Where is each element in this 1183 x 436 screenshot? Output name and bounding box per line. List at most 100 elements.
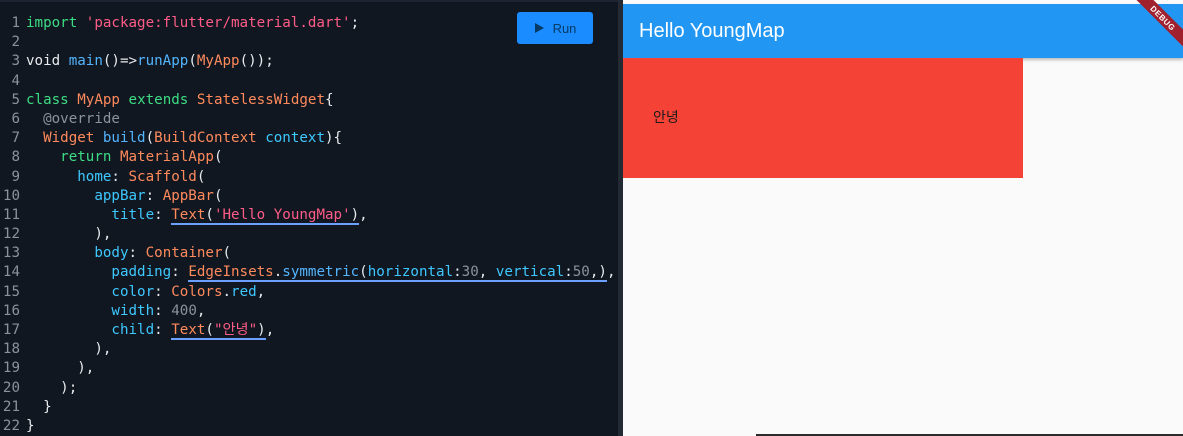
code-token: ), — [26, 341, 112, 358]
container-text: 안녕 — [653, 110, 679, 126]
code-token: build — [102, 130, 146, 147]
code-token: BuildContext — [154, 130, 257, 147]
run-button-label: Run — [552, 20, 577, 36]
code-token: "안녕" — [213, 322, 258, 340]
code-token: extends — [128, 91, 189, 108]
code-line[interactable]: 21 } — [0, 398, 618, 417]
code-line[interactable]: 20 ); — [0, 379, 618, 398]
code-token: { — [325, 91, 334, 108]
line-source: ), — [26, 359, 94, 378]
line-number: 9 — [11, 168, 20, 185]
code-token: horizontal — [367, 264, 454, 283]
code-token: red — [231, 283, 257, 300]
code-line[interactable]: 22} — [0, 417, 618, 436]
line-number: 7 — [11, 130, 20, 147]
code-token: class — [26, 91, 69, 108]
code-token: : — [171, 264, 189, 281]
code-line[interactable]: 16 width: 400, — [0, 302, 618, 321]
line-number: 10 — [2, 187, 20, 204]
line-number: 15 — [2, 283, 20, 300]
run-button[interactable]: Run — [517, 12, 593, 44]
code-token: ()); — [239, 53, 274, 70]
code-token: : — [145, 187, 163, 204]
code-token: MaterialApp — [119, 149, 214, 166]
flutter-preview: Hello YoungMap 안녕 DEBUG — [623, 0, 1183, 436]
line-source: } — [26, 417, 35, 436]
code-token: AppBar — [162, 187, 214, 204]
line-number: 16 — [2, 302, 20, 319]
code-token: ( — [196, 168, 206, 185]
code-token: : — [564, 264, 573, 283]
line-number: 17 — [2, 322, 20, 338]
code-token: , — [606, 264, 616, 281]
code-token: @override — [43, 110, 120, 127]
code-token: ){ — [325, 130, 343, 147]
code-line[interactable]: 14 padding: EdgeInsets.symmetric(horizon… — [0, 263, 618, 283]
code-line[interactable]: 9 home: Scaffold( — [0, 168, 618, 187]
code-token: ()=> — [102, 53, 138, 70]
code-token: ( — [188, 53, 197, 70]
code-line[interactable]: 8 return MaterialApp( — [0, 148, 618, 167]
code-token: } — [26, 417, 35, 434]
code-token: ( — [359, 264, 368, 283]
code-token: ,) — [589, 264, 607, 283]
code-token: : — [453, 264, 462, 283]
code-token: : — [154, 322, 172, 338]
code-line[interactable]: 6 @override — [0, 110, 618, 129]
code-line[interactable]: 11 title: Text('Hello YoungMap'), — [0, 206, 618, 225]
line-source: width: 400, — [26, 302, 205, 321]
code-token: ) — [257, 322, 266, 340]
code-token: , — [256, 283, 266, 300]
line-source: @override — [26, 110, 120, 129]
code-token: ( — [222, 245, 232, 262]
code-token: ( — [205, 206, 214, 225]
code-line[interactable]: 15 color: Colors.red, — [0, 283, 618, 302]
code-line[interactable]: 13 body: Container( — [0, 244, 618, 263]
code-token: EdgeInsets — [188, 264, 274, 283]
play-icon — [534, 23, 544, 33]
code-token: : — [154, 283, 172, 300]
line-number: 6 — [11, 110, 20, 127]
code-line[interactable]: 3 void main()=>runApp(MyApp()); — [0, 52, 618, 71]
code-line[interactable]: 5 class MyApp extends StatelessWidget{ — [0, 91, 618, 110]
code-token: 50 — [572, 264, 590, 283]
code-line[interactable]: 17 child: Text("안녕"), — [0, 321, 618, 340]
code-editor[interactable]: 1 import 'package:flutter/material.dart';… — [0, 0, 618, 436]
code-token: , — [359, 206, 368, 223]
line-number: 11 — [2, 206, 20, 223]
line-source: padding: EdgeInsets.symmetric(horizontal… — [26, 263, 616, 283]
code-token: StatelessWidget — [196, 91, 325, 108]
line-source: Widget build(BuildContext context){ — [26, 129, 342, 148]
code-token: ( — [213, 149, 223, 166]
code-area[interactable]: 1 import 'package:flutter/material.dart';… — [0, 14, 618, 436]
line-number: 21 — [2, 398, 20, 415]
line-source: body: Container( — [26, 244, 231, 263]
line-number: 19 — [2, 360, 20, 377]
code-token: color — [111, 283, 155, 300]
line-source: ); — [26, 379, 77, 398]
code-line[interactable]: 18 ), — [0, 340, 618, 359]
code-line[interactable]: 12 ), — [0, 225, 618, 244]
code-token: return — [60, 149, 112, 166]
code-token: 'package:flutter/material.dart' — [85, 15, 351, 31]
app-bar-title: Hello YoungMap — [639, 20, 785, 42]
code-token: import — [26, 15, 78, 31]
code-token: : — [128, 245, 146, 262]
line-number: 8 — [11, 149, 20, 166]
code-line[interactable]: 7 Widget build(BuildContext context){ — [0, 129, 618, 148]
code-line[interactable]: 4 — [0, 72, 618, 91]
code-token: symmetric — [282, 264, 360, 283]
code-token: ( — [205, 322, 214, 340]
line-number: 5 — [11, 91, 20, 108]
line-number: 22 — [2, 417, 20, 434]
code-line[interactable]: 19 ), — [0, 359, 618, 378]
code-token: 'Hello YoungMap' — [213, 206, 351, 225]
code-token: ), — [26, 360, 95, 377]
code-line[interactable]: 10 appBar: AppBar( — [0, 187, 618, 206]
